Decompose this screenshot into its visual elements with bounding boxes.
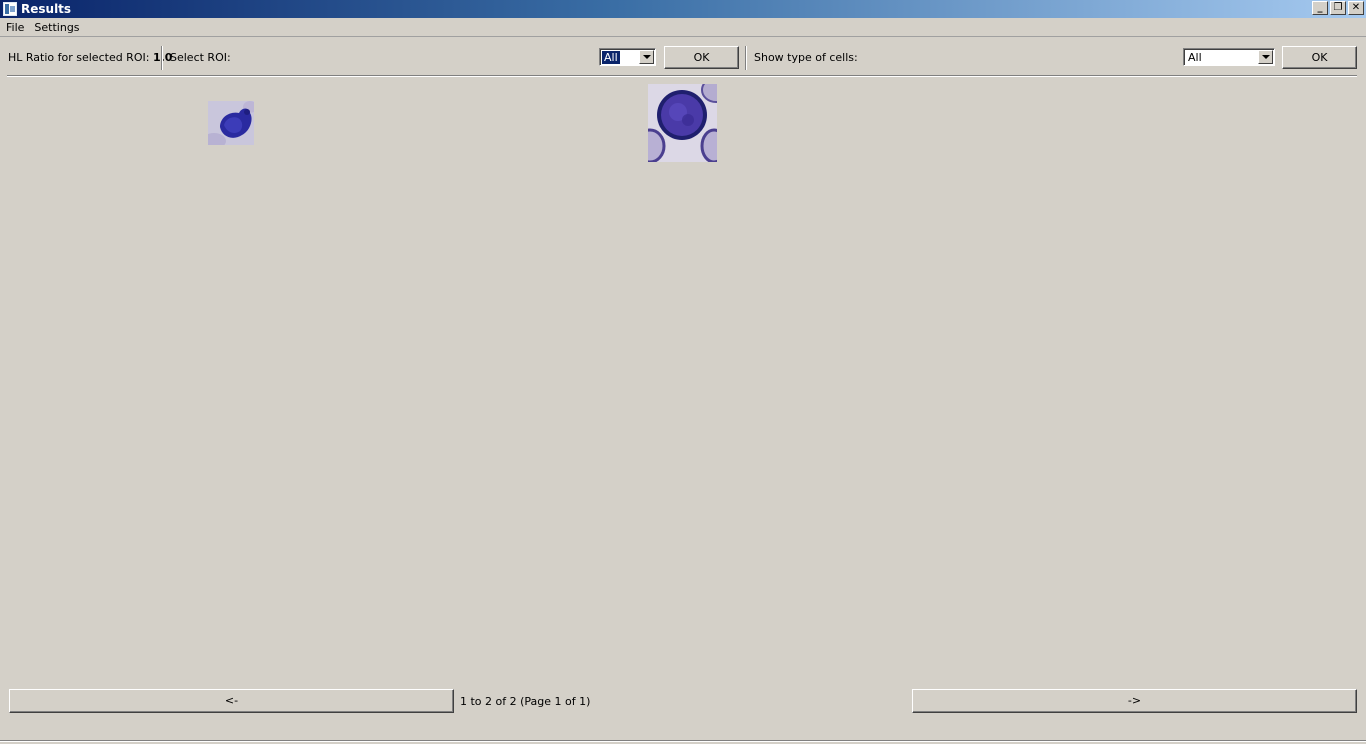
cell-thumbnail-1[interactable] bbox=[208, 101, 254, 145]
separator bbox=[745, 46, 747, 70]
title-bar: Results _ ❐ ✕ bbox=[0, 0, 1366, 18]
close-button[interactable]: ✕ bbox=[1348, 1, 1364, 15]
roi-ok-button[interactable]: OK bbox=[664, 46, 739, 69]
minimize-button[interactable]: _ bbox=[1312, 1, 1328, 15]
separator bbox=[161, 46, 163, 70]
select-roi-label: Select ROI: bbox=[170, 51, 231, 64]
next-page-button[interactable]: -> bbox=[912, 689, 1357, 713]
cell-type-ok-button[interactable]: OK bbox=[1282, 46, 1357, 69]
cell-type-select-value: All bbox=[1188, 51, 1202, 64]
roi-select[interactable]: All bbox=[599, 48, 656, 66]
app-icon bbox=[3, 2, 17, 16]
cell-type-select[interactable]: All bbox=[1183, 48, 1275, 66]
restore-button[interactable]: ❐ bbox=[1330, 1, 1346, 15]
hl-ratio-label: HL Ratio for selected ROI: 1.0 bbox=[8, 51, 172, 64]
roi-select-value: All bbox=[602, 51, 620, 64]
bottom-divider bbox=[0, 740, 1366, 742]
previous-page-button[interactable]: <- bbox=[9, 689, 454, 713]
menu-file[interactable]: File bbox=[0, 18, 29, 37]
divider bbox=[7, 75, 1357, 77]
pagination-info: 1 to 2 of 2 (Page 1 of 1) bbox=[460, 695, 591, 708]
toolbar: HL Ratio for selected ROI: 1.0 Select RO… bbox=[0, 42, 1366, 74]
menu-bar: File Settings bbox=[0, 18, 1366, 37]
cell-thumbnail-2[interactable] bbox=[648, 84, 717, 162]
menu-settings[interactable]: Settings bbox=[29, 18, 84, 37]
window-controls: _ ❐ ✕ bbox=[1312, 1, 1364, 15]
chevron-down-icon[interactable] bbox=[1258, 50, 1273, 64]
cell-type-label: Show type of cells: bbox=[754, 51, 858, 64]
chevron-down-icon[interactable] bbox=[639, 50, 654, 64]
window-title: Results bbox=[21, 2, 72, 16]
hl-ratio-text: HL Ratio for selected ROI: bbox=[8, 51, 150, 64]
